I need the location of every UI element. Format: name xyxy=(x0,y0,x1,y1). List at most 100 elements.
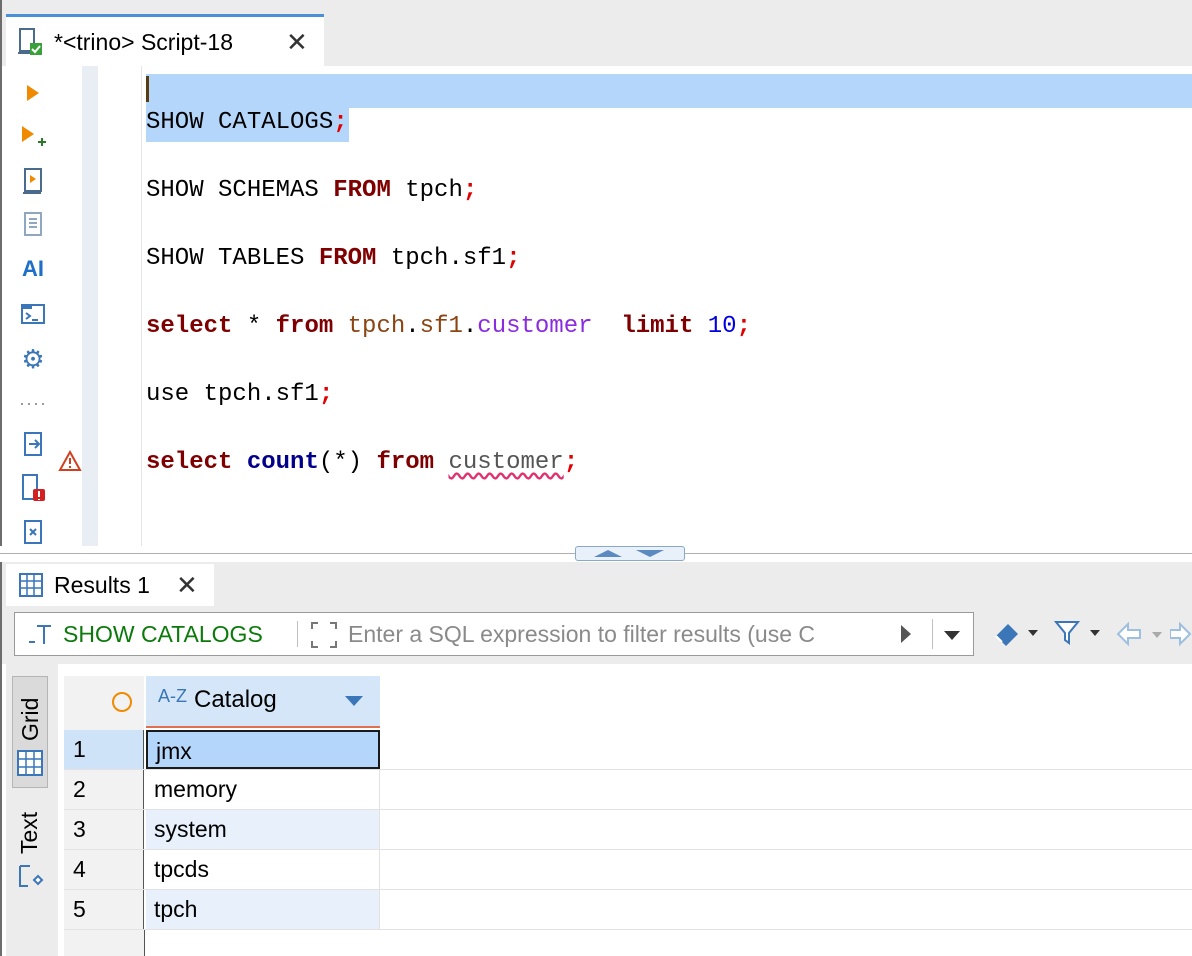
console-icon[interactable] xyxy=(18,298,48,328)
row-number: 4 xyxy=(64,850,144,889)
history-arrow-icon[interactable] xyxy=(899,623,913,650)
semicolon-token: ; xyxy=(333,109,348,136)
eraser-icon[interactable] xyxy=(992,618,1040,655)
active-query-label: SHOW CATALOGS xyxy=(63,621,263,647)
row-number: 1 xyxy=(64,730,144,769)
semicolon-token: ; xyxy=(736,313,751,340)
code-token: (*) xyxy=(318,449,377,476)
schema-token: sf1 xyxy=(419,313,463,340)
function-token: count xyxy=(246,449,319,476)
grid-view-icon xyxy=(16,749,44,782)
results-tab-title: Results 1 xyxy=(54,572,150,598)
code-token: tpch xyxy=(390,177,463,204)
close-tab-icon[interactable]: ✕ xyxy=(286,27,308,58)
keyword-token: FROM xyxy=(318,245,377,272)
table-token: customer xyxy=(477,313,593,340)
tab-grid-view[interactable]: Grid xyxy=(12,676,48,788)
sql-script-icon xyxy=(16,27,44,62)
close-results-icon[interactable]: ✕ xyxy=(176,570,198,601)
filter-divider xyxy=(297,621,298,647)
column-name: Catalog xyxy=(194,686,277,713)
execute-statement-icon[interactable] xyxy=(18,78,48,108)
filter-history-dropdown-icon[interactable] xyxy=(943,629,961,647)
more-icon[interactable]: ···· xyxy=(18,388,48,418)
number-token: 10 xyxy=(707,313,737,340)
splitter-handle[interactable] xyxy=(575,546,685,561)
editor-margin-line xyxy=(141,66,142,546)
filter-icon[interactable] xyxy=(1052,618,1102,655)
semicolon-token: ; xyxy=(506,245,521,272)
code-line-2: SHOW SCHEMAS FROM tpch; xyxy=(146,176,477,206)
text-view-icon xyxy=(18,862,44,895)
code-token: SHOW TABLES xyxy=(146,245,319,272)
expand-icon[interactable] xyxy=(310,621,338,654)
table-cell[interactable]: jmx xyxy=(146,730,380,769)
schema-token: tpch xyxy=(347,313,406,340)
table-row[interactable]: 3 system xyxy=(64,810,1192,850)
warning-icon[interactable] xyxy=(58,449,82,477)
code-token: tpch.sf1 xyxy=(376,245,507,272)
filter-input[interactable]: Enter a SQL expression to filter results… xyxy=(348,621,815,648)
back-arrow-icon[interactable] xyxy=(1114,620,1164,653)
execute-in-new-tab-icon[interactable] xyxy=(18,122,48,152)
text-caret xyxy=(146,76,149,102)
export-icon[interactable] xyxy=(18,430,48,460)
keyword-token: FROM xyxy=(333,177,391,204)
grid-tab-label: Grid xyxy=(17,697,43,741)
code-line-1: SHOW CATALOGS; xyxy=(146,108,348,138)
row-number: 3 xyxy=(64,810,144,849)
filter-box[interactable]: SHOW CATALOGS Enter a SQL expression to … xyxy=(14,612,974,656)
text-tab-label: Text xyxy=(16,811,42,854)
row-number: 5 xyxy=(64,890,144,929)
code-line-4: select * from tpch.sf1.customer limit 10… xyxy=(146,312,751,342)
code-token: SHOW CATALOGS xyxy=(146,109,334,136)
problems-file-icon[interactable] xyxy=(18,474,48,504)
code-line-3: SHOW TABLES FROM tpch.sf1; xyxy=(146,244,520,274)
table-row[interactable]: 5 tpch xyxy=(64,890,1192,930)
dot-token: . xyxy=(462,313,478,340)
unresolved-table-token: customer xyxy=(448,449,564,476)
code-token: use tpch.sf1 xyxy=(146,381,319,408)
select-all-icon[interactable] xyxy=(110,690,134,719)
table-cell[interactable]: tpcds xyxy=(146,850,380,889)
forward-arrow-icon[interactable] xyxy=(1169,620,1192,653)
tab-results-1[interactable]: Results 1 ✕ xyxy=(6,564,214,606)
tab-text-view[interactable]: Text xyxy=(12,800,48,900)
tab-title: *<trino> Script-18 xyxy=(54,29,233,55)
code-line-6: select count(*) from customer; xyxy=(146,448,578,478)
keyword-token: from xyxy=(376,449,435,476)
table-cell[interactable]: tpch xyxy=(146,890,380,929)
explain-plan-icon[interactable] xyxy=(18,210,48,240)
row-number: 2 xyxy=(64,770,144,809)
semicolon-token: ; xyxy=(462,177,478,204)
grid-table-icon xyxy=(18,572,44,603)
settings-icon[interactable]: ⚙ xyxy=(18,344,48,374)
sql-query-icon xyxy=(25,622,55,653)
table-row[interactable]: 4 tpcds xyxy=(64,850,1192,890)
execute-script-icon[interactable] xyxy=(18,166,48,196)
tab-script-18[interactable]: *<trino> Script-18 ✕ xyxy=(6,14,324,66)
editor-ruler xyxy=(82,66,98,546)
sort-dropdown-icon[interactable] xyxy=(344,694,364,712)
table-row[interactable]: 2 memory xyxy=(64,770,1192,810)
table-cell[interactable]: system xyxy=(146,810,380,849)
column-header-catalog[interactable]: A-Z Catalog xyxy=(146,676,380,728)
semicolon-token: ; xyxy=(318,381,334,408)
keyword-token: limit xyxy=(621,313,694,340)
panel-splitter[interactable] xyxy=(0,546,1192,562)
keyword-token: select xyxy=(146,313,233,340)
semicolon-token: ; xyxy=(563,449,579,476)
code-token: SHOW SCHEMAS xyxy=(146,177,334,204)
format-icon[interactable] xyxy=(18,518,48,548)
dot-token: . xyxy=(405,313,420,340)
current-line-highlight xyxy=(146,74,1192,108)
code-token: * xyxy=(232,313,276,340)
keyword-token: from xyxy=(275,313,334,340)
table-cell[interactable]: memory xyxy=(146,770,380,809)
code-line-5: use tpch.sf1; xyxy=(146,380,333,410)
keyword-token: select xyxy=(146,449,233,476)
grid-column-line xyxy=(144,930,145,956)
table-row[interactable]: 1 jmx xyxy=(64,730,1192,770)
text-type-icon: A-Z xyxy=(158,686,187,706)
ai-icon[interactable]: AI xyxy=(18,254,48,284)
